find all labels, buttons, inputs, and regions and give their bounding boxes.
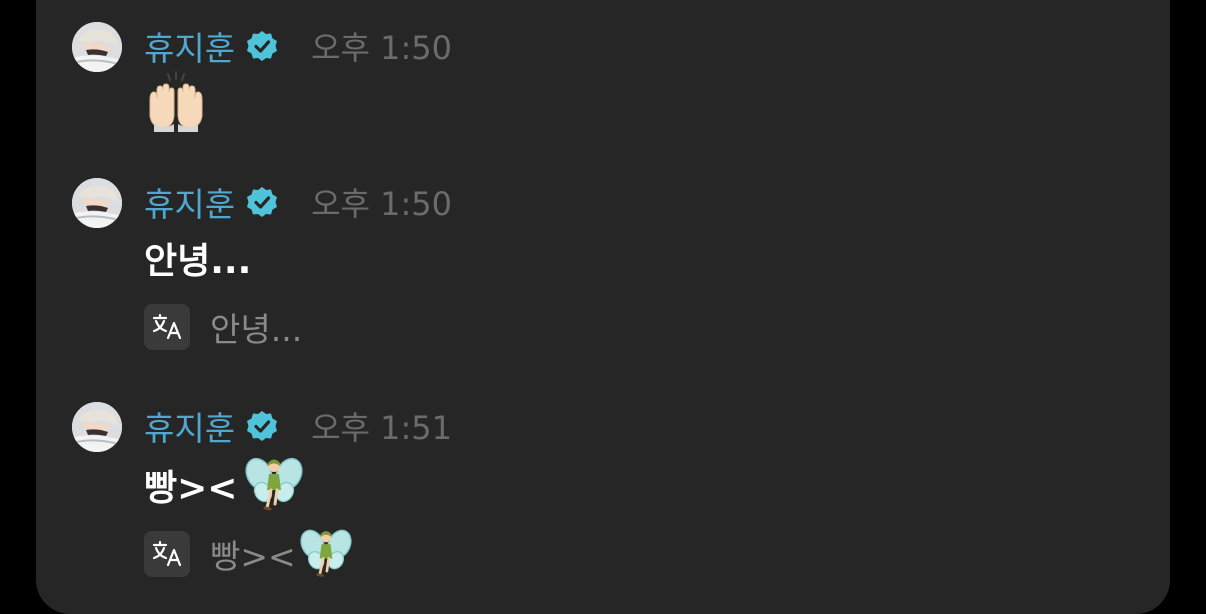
- avatar[interactable]: [72, 402, 122, 452]
- translation-text: 빵><: [210, 526, 352, 582]
- verified-badge-icon: [245, 29, 279, 63]
- translation-row: 안녕...: [144, 303, 302, 351]
- author-name[interactable]: 휴지훈: [144, 402, 235, 450]
- message-header: 휴지훈 오후 1:50: [144, 182, 453, 224]
- author-name[interactable]: 휴지훈: [144, 22, 235, 70]
- verified-badge-icon: [245, 409, 279, 443]
- message-header: 휴지훈 오후 1:51: [144, 406, 453, 448]
- message-header: 휴지훈 오후 1:50: [144, 26, 453, 68]
- translate-button[interactable]: [144, 304, 190, 350]
- translate-icon: [152, 313, 182, 340]
- fairy-emoji: [300, 526, 352, 582]
- raising-hands-emoji: [144, 70, 208, 132]
- message-text: 빵><: [144, 468, 238, 509]
- verified-badge-icon: [245, 185, 279, 219]
- avatar[interactable]: [72, 22, 122, 72]
- translation-text: 안녕...: [210, 310, 303, 349]
- message-body: 빵><: [144, 454, 304, 516]
- message-time: 오후 1:50: [311, 29, 453, 67]
- message-body: 안녕...: [144, 241, 252, 282]
- message-body: [144, 70, 208, 132]
- fairy-emoji: [245, 454, 304, 516]
- message-time: 오후 1:51: [311, 409, 453, 447]
- translation-text-content: 빵><: [210, 537, 296, 576]
- translate-button[interactable]: [144, 531, 190, 577]
- translate-icon: [152, 540, 182, 567]
- chat-panel: 휴지훈 오후 1:50 휴지훈 오후 1:50 안녕... 안녕... 휴지훈 …: [36, 0, 1170, 614]
- translation-row: 빵><: [144, 526, 352, 582]
- avatar[interactable]: [72, 178, 122, 228]
- author-name[interactable]: 휴지훈: [144, 178, 235, 226]
- message-time: 오후 1:50: [311, 185, 453, 223]
